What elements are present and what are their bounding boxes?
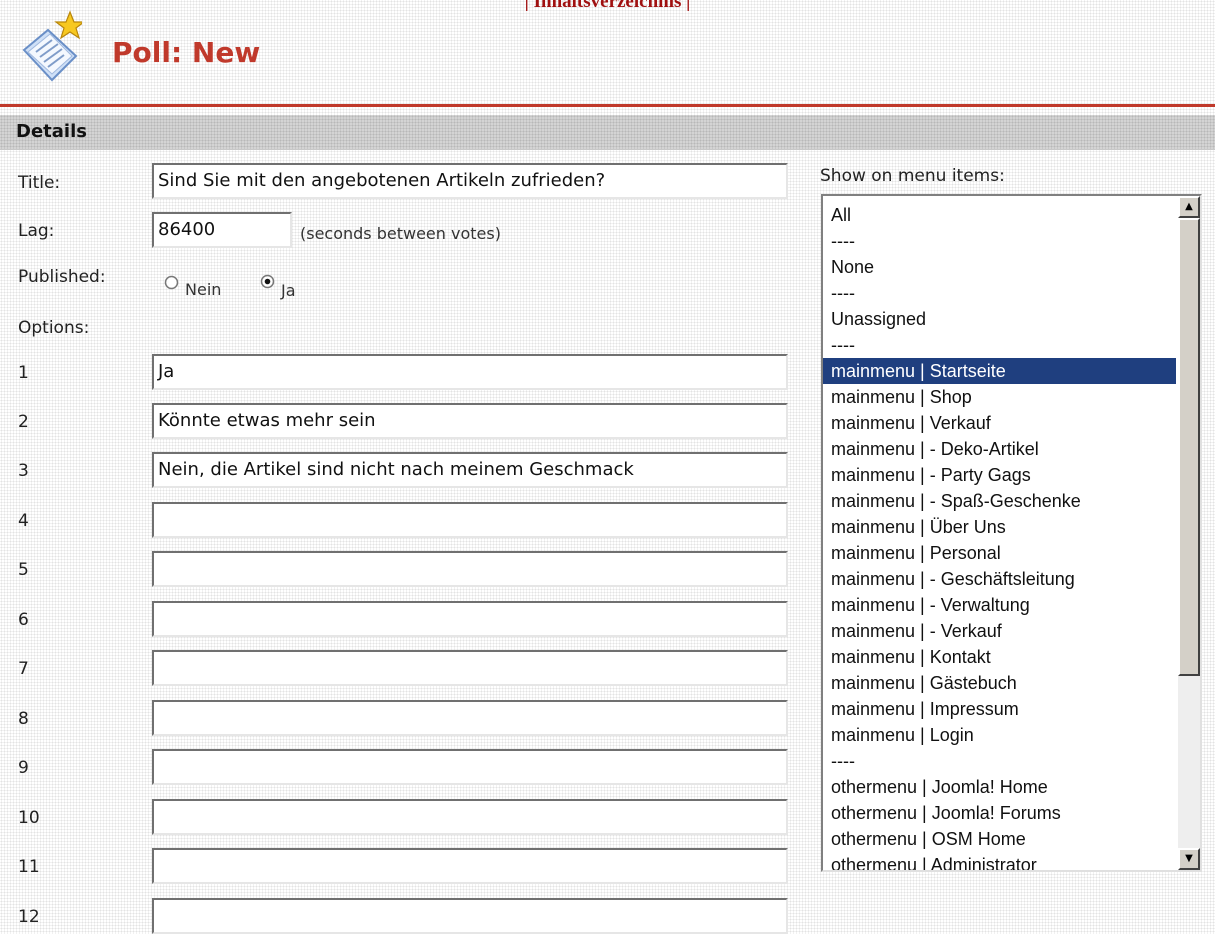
- option-number: 3: [18, 461, 29, 481]
- option-input[interactable]: [152, 551, 788, 587]
- option-number: 10: [18, 808, 40, 828]
- menu-option[interactable]: mainmenu | - Geschäftsleitung: [823, 566, 1176, 592]
- menu-option[interactable]: ----: [823, 228, 1176, 254]
- lag-hint: (seconds between votes): [300, 224, 501, 243]
- option-input[interactable]: Nein, die Artikel sind nicht nach meinem…: [152, 452, 788, 488]
- menu-option[interactable]: ----: [823, 280, 1176, 306]
- option-number: 12: [18, 907, 40, 927]
- menu-items-label: Show on menu items:: [820, 166, 1005, 186]
- menu-option[interactable]: mainmenu | Impressum: [823, 696, 1176, 722]
- menu-option[interactable]: mainmenu | Über Uns: [823, 514, 1176, 540]
- menu-option[interactable]: Unassigned: [823, 306, 1176, 332]
- menu-option[interactable]: mainmenu | Shop: [823, 384, 1176, 410]
- menu-option[interactable]: mainmenu | Verkauf: [823, 410, 1176, 436]
- option-number: 2: [18, 412, 29, 432]
- details-heading: Details: [16, 121, 87, 142]
- details-section-header: Details: [0, 115, 1215, 150]
- menu-option[interactable]: mainmenu | - Verwaltung: [823, 592, 1176, 618]
- menu-option-selected[interactable]: mainmenu | Startseite: [823, 358, 1176, 384]
- poll-document-star-icon: [22, 10, 82, 82]
- menu-option[interactable]: othermenu | Administrator: [823, 852, 1176, 870]
- lag-input[interactable]: 86400: [152, 212, 292, 248]
- option-input[interactable]: [152, 650, 788, 686]
- menu-option[interactable]: None: [823, 254, 1176, 280]
- options-label: Options:: [18, 318, 90, 338]
- published-yes-label: Ja: [281, 281, 296, 300]
- option-number: 6: [18, 610, 29, 630]
- option-input[interactable]: [152, 898, 788, 934]
- menu-option[interactable]: mainmenu | Kontakt: [823, 644, 1176, 670]
- header-divider: [0, 104, 1215, 107]
- menu-option[interactable]: All: [823, 202, 1176, 228]
- option-input[interactable]: [152, 700, 788, 736]
- option-number: 11: [18, 857, 40, 877]
- option-input[interactable]: [152, 502, 788, 538]
- option-input[interactable]: Könnte etwas mehr sein: [152, 403, 788, 439]
- option-number: 5: [18, 560, 29, 580]
- menu-option[interactable]: ----: [823, 332, 1176, 358]
- menu-option[interactable]: ----: [823, 748, 1176, 774]
- option-input[interactable]: [152, 749, 788, 785]
- menu-option[interactable]: othermenu | Joomla! Home: [823, 774, 1176, 800]
- published-no-label: Nein: [185, 280, 222, 299]
- page-title-suffix: New: [191, 36, 261, 69]
- menu-option[interactable]: mainmenu | Login: [823, 722, 1176, 748]
- page-title: Poll: New: [112, 36, 260, 69]
- menu-items-options: All ---- None ---- Unassigned ---- mainm…: [823, 202, 1176, 870]
- option-input[interactable]: [152, 601, 788, 637]
- option-number: 1: [18, 363, 29, 383]
- option-input[interactable]: [152, 799, 788, 835]
- title-input[interactable]: Sind Sie mit den angebotenen Artikeln zu…: [152, 163, 788, 199]
- menu-option[interactable]: mainmenu | - Deko-Artikel: [823, 436, 1176, 462]
- table-of-contents-link[interactable]: | Inhaltsverzeichnis |: [0, 0, 1215, 13]
- menu-option[interactable]: mainmenu | Personal: [823, 540, 1176, 566]
- menu-option[interactable]: mainmenu | - Spaß-Geschenke: [823, 488, 1176, 514]
- published-no-radio[interactable]: [164, 275, 179, 290]
- menu-option[interactable]: othermenu | OSM Home: [823, 826, 1176, 852]
- option-number: 7: [18, 659, 29, 679]
- menu-option[interactable]: othermenu | Joomla! Forums: [823, 800, 1176, 826]
- menu-option[interactable]: mainmenu | Gästebuch: [823, 670, 1176, 696]
- option-input[interactable]: Ja: [152, 354, 788, 390]
- lag-label: Lag:: [18, 221, 55, 241]
- title-label: Title:: [18, 173, 61, 193]
- published-yes-radio[interactable]: [260, 274, 275, 289]
- menu-option[interactable]: mainmenu | - Verkauf: [823, 618, 1176, 644]
- scroll-down-arrow-icon[interactable]: ▼: [1178, 848, 1200, 870]
- published-label: Published:: [18, 267, 106, 287]
- page-title-prefix: Poll:: [112, 36, 183, 69]
- scrollbar-thumb[interactable]: [1178, 218, 1200, 676]
- menu-items-listbox[interactable]: All ---- None ---- Unassigned ---- mainm…: [821, 194, 1202, 872]
- option-number: 8: [18, 709, 29, 729]
- menu-option[interactable]: mainmenu | - Party Gags: [823, 462, 1176, 488]
- scroll-up-arrow-icon[interactable]: ▲: [1178, 196, 1200, 218]
- option-input[interactable]: [152, 848, 788, 884]
- option-number: 9: [18, 758, 29, 778]
- option-number: 4: [18, 511, 29, 531]
- menu-scrollbar[interactable]: ▲ ▼: [1178, 196, 1200, 870]
